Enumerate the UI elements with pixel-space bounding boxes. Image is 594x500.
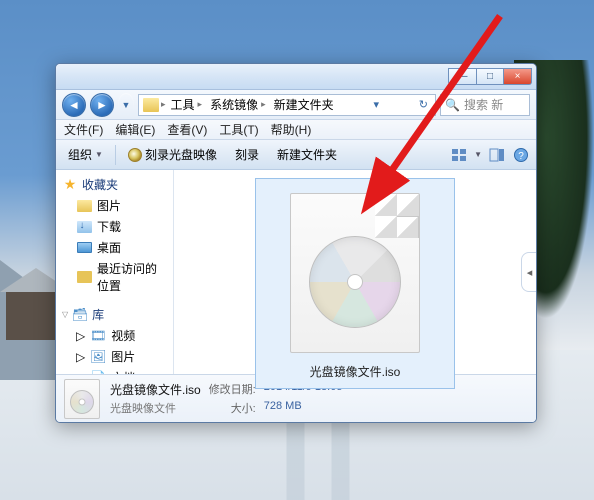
sidebar-item-documents[interactable]: ▷📄文档 xyxy=(56,367,173,374)
breadcrumb-segment[interactable]: 系统镜像▸ xyxy=(207,96,269,113)
refresh-icon[interactable]: ↻ xyxy=(416,98,431,111)
preview-pane-button[interactable] xyxy=(488,146,506,164)
nav-bar: ◄ ► ▼ ▸ 工具▸ 系统镜像▸ 新建文件夹 ▾ ↻ 🔍 搜索 新 xyxy=(56,90,536,120)
file-item-iso[interactable]: 光盘镜像文件.iso xyxy=(255,178,455,389)
breadcrumb-segment[interactable]: 新建文件夹 xyxy=(271,96,337,113)
details-filetype: 光盘映像文件 xyxy=(110,400,201,416)
help-button[interactable]: ? xyxy=(512,146,530,164)
download-icon xyxy=(77,221,92,233)
view-options-button[interactable] xyxy=(450,146,468,164)
details-filename: 光盘镜像文件.iso xyxy=(110,381,201,398)
nav-back-button[interactable]: ◄ xyxy=(62,93,86,117)
menu-tools[interactable]: 工具(T) xyxy=(219,121,258,138)
navigation-pane: ★ 收藏夹 图片 下载 桌面 最近访问的位置 ▽ 🗃 库 ▷🎞视频 ▷🖼图片 ▷… xyxy=(56,170,174,374)
search-input[interactable]: 🔍 搜索 新 xyxy=(440,94,530,116)
address-bar[interactable]: ▸ 工具▸ 系统镜像▸ 新建文件夹 ▾ ↻ xyxy=(138,94,436,116)
search-placeholder: 搜索 新 xyxy=(464,96,503,113)
sidebar-item-pictures[interactable]: 图片 xyxy=(56,195,173,216)
disc-icon xyxy=(128,148,142,162)
nav-history-dropdown[interactable]: ▼ xyxy=(118,93,134,117)
file-list-pane[interactable]: 光盘镜像文件.iso ◂ xyxy=(174,170,536,374)
menu-bar: 文件(F) 编辑(E) 查看(V) 工具(T) 帮助(H) xyxy=(56,120,536,140)
explorer-window: — □ × ◄ ► ▼ ▸ 工具▸ 系统镜像▸ 新建文件夹 ▾ ↻ 🔍 搜索 新… xyxy=(55,63,537,423)
minimize-button[interactable]: — xyxy=(448,68,476,85)
chevron-down-icon: ▽ xyxy=(62,310,68,319)
iso-file-icon xyxy=(290,193,420,353)
burn-disc-image-button[interactable]: 刻录光盘映像 xyxy=(122,143,223,166)
picture-icon xyxy=(77,200,92,212)
desktop-icon xyxy=(77,242,92,253)
disc-icon xyxy=(70,390,94,414)
chevron-right-icon: ▷ xyxy=(76,329,85,343)
breadcrumb-segment[interactable]: 工具▸ xyxy=(168,96,206,113)
sidebar-item-videos[interactable]: ▷🎞视频 xyxy=(56,325,173,346)
command-bar: 组织▼ 刻录光盘映像 刻录 新建文件夹 ▼ ? xyxy=(56,140,536,170)
chevron-down-icon[interactable]: ▼ xyxy=(474,150,482,159)
svg-text:?: ? xyxy=(518,151,524,162)
favorites-heading[interactable]: ★ 收藏夹 xyxy=(56,174,173,195)
separator xyxy=(115,145,116,165)
burn-button[interactable]: 刻录 xyxy=(229,143,265,166)
folder-icon xyxy=(143,98,159,112)
new-folder-button[interactable]: 新建文件夹 xyxy=(271,143,343,166)
menu-file[interactable]: 文件(F) xyxy=(64,121,103,138)
library-icon: 🗃 xyxy=(72,307,88,323)
recent-icon xyxy=(77,271,92,283)
libraries-heading[interactable]: ▽ 🗃 库 xyxy=(56,304,173,325)
close-button[interactable]: × xyxy=(504,68,532,85)
maximize-button[interactable]: □ xyxy=(476,68,504,85)
picture-icon: 🖼 xyxy=(90,349,106,365)
details-size-value: 728 MB xyxy=(264,400,343,416)
sidebar-item-recent[interactable]: 最近访问的位置 xyxy=(56,258,173,296)
menu-view[interactable]: 查看(V) xyxy=(167,121,207,138)
titlebar[interactable]: — □ × xyxy=(56,64,536,90)
sidebar-item-desktop[interactable]: 桌面 xyxy=(56,237,173,258)
preview-pane-toggle[interactable]: ◂ xyxy=(521,252,537,292)
chevron-right-icon: ▸ xyxy=(161,99,166,110)
video-icon: 🎞 xyxy=(90,328,106,344)
iso-file-icon xyxy=(64,379,100,419)
search-icon: 🔍 xyxy=(445,98,460,112)
sidebar-item-pictures-lib[interactable]: ▷🖼图片 xyxy=(56,346,173,367)
sidebar-item-downloads[interactable]: 下载 xyxy=(56,216,173,237)
details-date-label: 修改日期: xyxy=(209,381,256,398)
nav-forward-button[interactable]: ► xyxy=(90,93,114,117)
details-size-label: 大小: xyxy=(209,400,256,416)
star-icon: ★ xyxy=(62,177,78,193)
menu-help[interactable]: 帮助(H) xyxy=(271,121,312,138)
file-name-label: 光盘镜像文件.iso xyxy=(262,359,448,382)
menu-edit[interactable]: 编辑(E) xyxy=(115,121,155,138)
organize-button[interactable]: 组织▼ xyxy=(62,143,109,166)
chevron-down-icon[interactable]: ▾ xyxy=(370,98,382,111)
disc-icon xyxy=(309,236,401,328)
